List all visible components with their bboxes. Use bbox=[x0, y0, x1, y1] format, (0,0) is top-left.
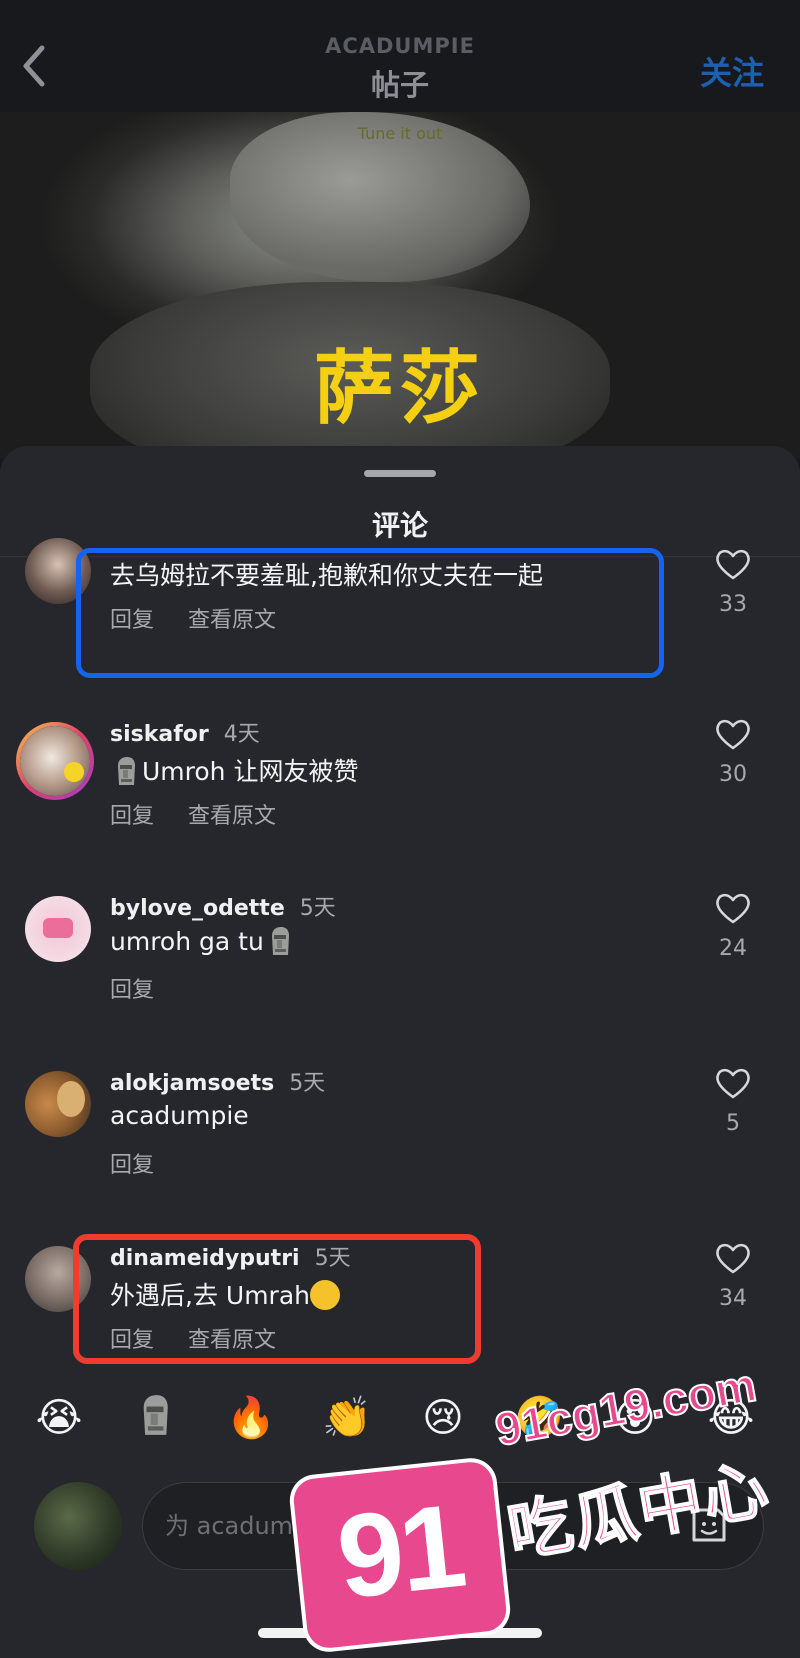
heart-icon bbox=[716, 1068, 750, 1099]
comment-actions: 回复 查看原文 bbox=[110, 798, 276, 830]
avatar[interactable] bbox=[25, 896, 91, 962]
username-line: siskafor 4天 bbox=[110, 716, 260, 748]
emoji-moai[interactable] bbox=[130, 1393, 180, 1443]
moai-icon bbox=[114, 756, 138, 786]
comment-text-content: umroh ga tu bbox=[110, 927, 264, 956]
heart-icon bbox=[716, 893, 750, 924]
like-button[interactable]: 34 bbox=[708, 1242, 758, 1311]
heart-icon bbox=[716, 1243, 750, 1274]
like-button[interactable]: 24 bbox=[708, 892, 758, 961]
comments-title: 评论 bbox=[371, 509, 428, 542]
like-count: 24 bbox=[719, 936, 747, 961]
like-count: 5 bbox=[726, 1111, 740, 1136]
avatar[interactable] bbox=[25, 1071, 91, 1137]
comment-text: umroh ga tu bbox=[110, 926, 296, 956]
comment-text-content: Umroh 让网友被赞 bbox=[142, 757, 359, 786]
view-original-button[interactable]: 查看原文 bbox=[188, 804, 276, 829]
emoji-fire[interactable]: 🔥 bbox=[226, 1393, 276, 1443]
emoji-crying[interactable]: 😢 bbox=[418, 1393, 468, 1443]
video-frame[interactable]: Tune it out 萨莎 bbox=[0, 112, 800, 458]
comment-text: acadumpie bbox=[110, 1101, 249, 1130]
like-button[interactable]: 33 bbox=[708, 548, 758, 617]
like-button[interactable]: 5 bbox=[708, 1067, 758, 1136]
username[interactable]: bylove_odette bbox=[110, 896, 285, 921]
username[interactable]: siskafor bbox=[110, 722, 209, 747]
comment-item: siskafor 4天 Umroh 让网友被赞 回复 查看原文 30 bbox=[0, 719, 800, 888]
like-count: 34 bbox=[719, 1286, 747, 1311]
highlight-box-blue bbox=[76, 548, 664, 678]
account-name: ACADUMPIE bbox=[325, 34, 475, 58]
like-count: 33 bbox=[719, 592, 747, 617]
username[interactable]: alokjamsoets bbox=[110, 1071, 274, 1096]
like-count: 30 bbox=[719, 762, 747, 787]
heart-icon bbox=[716, 719, 750, 750]
reply-button[interactable]: 回复 bbox=[110, 1153, 154, 1178]
video-caption: 萨莎 bbox=[314, 342, 486, 435]
video-caption-small: Tune it out bbox=[357, 124, 443, 143]
avatar[interactable] bbox=[16, 722, 94, 800]
comment-text: Umroh 让网友被赞 bbox=[110, 752, 358, 788]
drag-handle[interactable] bbox=[364, 470, 436, 477]
highlight-box-red bbox=[73, 1234, 481, 1364]
page-title: 帖子 bbox=[370, 68, 429, 102]
moai-icon bbox=[268, 926, 292, 956]
comment-time: 5天 bbox=[299, 896, 336, 921]
comment-time: 4天 bbox=[223, 722, 260, 747]
reply-button[interactable]: 回复 bbox=[110, 804, 154, 829]
moai-icon bbox=[143, 1395, 168, 1435]
top-bar: ACADUMPIE 帖子 关注 bbox=[0, 0, 800, 112]
comment-actions: 回复 bbox=[110, 1147, 154, 1179]
my-avatar[interactable] bbox=[34, 1482, 122, 1570]
comment-item: bylove_odette 5天 umroh ga tu 回复 24 bbox=[0, 893, 800, 1062]
comment-item: alokjamsoets 5天 acadumpie 回复 5 bbox=[0, 1068, 800, 1237]
emoji-clap[interactable]: 👏 bbox=[322, 1393, 372, 1443]
emoji-crying-loud[interactable]: 😭 bbox=[34, 1393, 84, 1443]
like-button[interactable]: 30 bbox=[708, 718, 758, 787]
comment-actions: 回复 bbox=[110, 972, 154, 1004]
follow-button[interactable]: 关注 bbox=[700, 48, 764, 94]
username-line: alokjamsoets 5天 bbox=[110, 1065, 325, 1097]
username-line: bylove_odette 5天 bbox=[110, 890, 336, 922]
reply-button[interactable]: 回复 bbox=[110, 978, 154, 1003]
heart-icon bbox=[716, 549, 750, 580]
watermark-badge-text: 91 bbox=[331, 1479, 468, 1625]
comment-time: 5天 bbox=[289, 1071, 326, 1096]
watermark-badge: 91 bbox=[291, 1460, 509, 1650]
